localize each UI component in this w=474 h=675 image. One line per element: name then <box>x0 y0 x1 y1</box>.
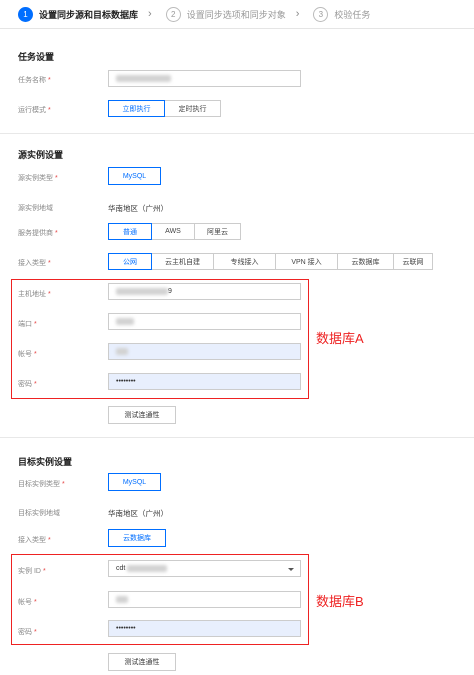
instance-id-select[interactable]: cdt <box>108 560 301 577</box>
instance-id-label: 实例 ID * <box>18 568 46 575</box>
source-password-label: 密码 * <box>18 381 37 388</box>
source-type-label: 源实例类型 * <box>18 175 58 182</box>
redacted-value <box>116 596 128 603</box>
source-access-selector: 公网 云主机自建 专线接入 VPN 接入 云数据库 云联网 <box>108 253 433 270</box>
provider-aws[interactable]: AWS <box>151 223 195 240</box>
section-divider <box>0 133 474 134</box>
source-test-connection-button[interactable]: 测试连通性 <box>108 406 176 424</box>
source-access-label: 接入类型 * <box>18 260 51 267</box>
target-password-input[interactable]: •••••••• <box>108 620 301 637</box>
redacted-value <box>127 565 168 572</box>
run-mode-selector: 立即执行 定时执行 <box>108 100 221 117</box>
step-3[interactable]: 3 校验任务 <box>313 6 371 22</box>
target-password-label: 密码 * <box>18 629 37 636</box>
target-type-label: 目标实例类型 * <box>18 481 65 488</box>
redacted-value <box>116 348 128 355</box>
target-account-label: 帐号 * <box>18 599 37 606</box>
section-divider <box>0 437 474 438</box>
run-mode-scheduled[interactable]: 定时执行 <box>164 100 221 117</box>
chevron-right-icon: › <box>295 8 300 20</box>
annotation-label-b: 数据库B <box>316 594 364 609</box>
access-cvm[interactable]: 云主机自建 <box>151 253 214 270</box>
chevron-right-icon: › <box>148 8 152 20</box>
access-vpn[interactable]: VPN 接入 <box>275 253 338 270</box>
target-settings-title: 目标实例设置 <box>18 457 73 467</box>
source-account-input[interactable] <box>108 343 301 360</box>
source-settings-title: 源实例设置 <box>18 150 64 160</box>
redacted-value <box>116 75 171 82</box>
step-1-label: 设置同步源和目标数据库 <box>39 9 139 20</box>
task-settings-title: 任务设置 <box>18 52 55 62</box>
source-region-label: 源实例地域 <box>18 205 53 212</box>
redacted-value <box>116 318 134 325</box>
annotation-label-a: 数据库A <box>316 331 364 346</box>
stepper: 1 设置同步源和目标数据库 › 2 设置同步选项和同步对象 › 3 校验任务 <box>0 0 474 28</box>
host-label: 主机地址 * <box>18 291 51 298</box>
step-1[interactable]: 1 设置同步源和目标数据库 <box>18 6 139 22</box>
access-ccn[interactable]: 云联网 <box>393 253 433 270</box>
step-3-label: 校验任务 <box>334 9 371 20</box>
provider-selector: 普通 AWS 阿里云 <box>108 223 241 240</box>
provider-label: 服务提供商 * <box>18 230 58 237</box>
target-test-connection-button[interactable]: 测试连通性 <box>108 653 176 671</box>
target-type-mysql[interactable]: MySQL <box>108 473 161 491</box>
source-password-input[interactable]: •••••••• <box>108 373 301 390</box>
access-public[interactable]: 公网 <box>108 253 152 270</box>
chevron-down-icon <box>288 568 294 571</box>
target-access-cloud-db[interactable]: 云数据库 <box>108 529 166 547</box>
target-access-label: 接入类型 * <box>18 537 51 544</box>
stepper-divider <box>0 28 474 29</box>
source-account-label: 帐号 * <box>18 351 37 358</box>
port-input[interactable] <box>108 313 301 330</box>
step-2-number: 2 <box>165 6 181 22</box>
redacted-value <box>116 288 168 295</box>
provider-aliyun[interactable]: 阿里云 <box>194 223 241 240</box>
step-3-number: 3 <box>313 6 329 22</box>
run-mode-label: 运行模式 * <box>18 107 51 114</box>
task-name-label: 任务名称 * <box>18 77 51 84</box>
host-input[interactable]: 9 <box>108 283 301 300</box>
source-type-mysql[interactable]: MySQL <box>108 167 161 185</box>
target-region-value: 华南地区（广州） <box>108 509 168 518</box>
step-2-label: 设置同步选项和同步对象 <box>186 9 286 20</box>
step-2[interactable]: 2 设置同步选项和同步对象 <box>165 6 286 22</box>
target-region-label: 目标实例地域 <box>18 510 60 517</box>
access-direct-connect[interactable]: 专线接入 <box>213 253 276 270</box>
step-1-number: 1 <box>18 6 33 22</box>
run-mode-immediate[interactable]: 立即执行 <box>108 100 165 117</box>
port-label: 端口 * <box>18 321 37 328</box>
target-account-input[interactable] <box>108 591 301 608</box>
provider-normal[interactable]: 普通 <box>108 223 152 240</box>
task-name-input[interactable] <box>108 70 301 87</box>
source-region-value: 华南地区（广州） <box>108 204 168 213</box>
access-cloud-db[interactable]: 云数据库 <box>337 253 394 270</box>
